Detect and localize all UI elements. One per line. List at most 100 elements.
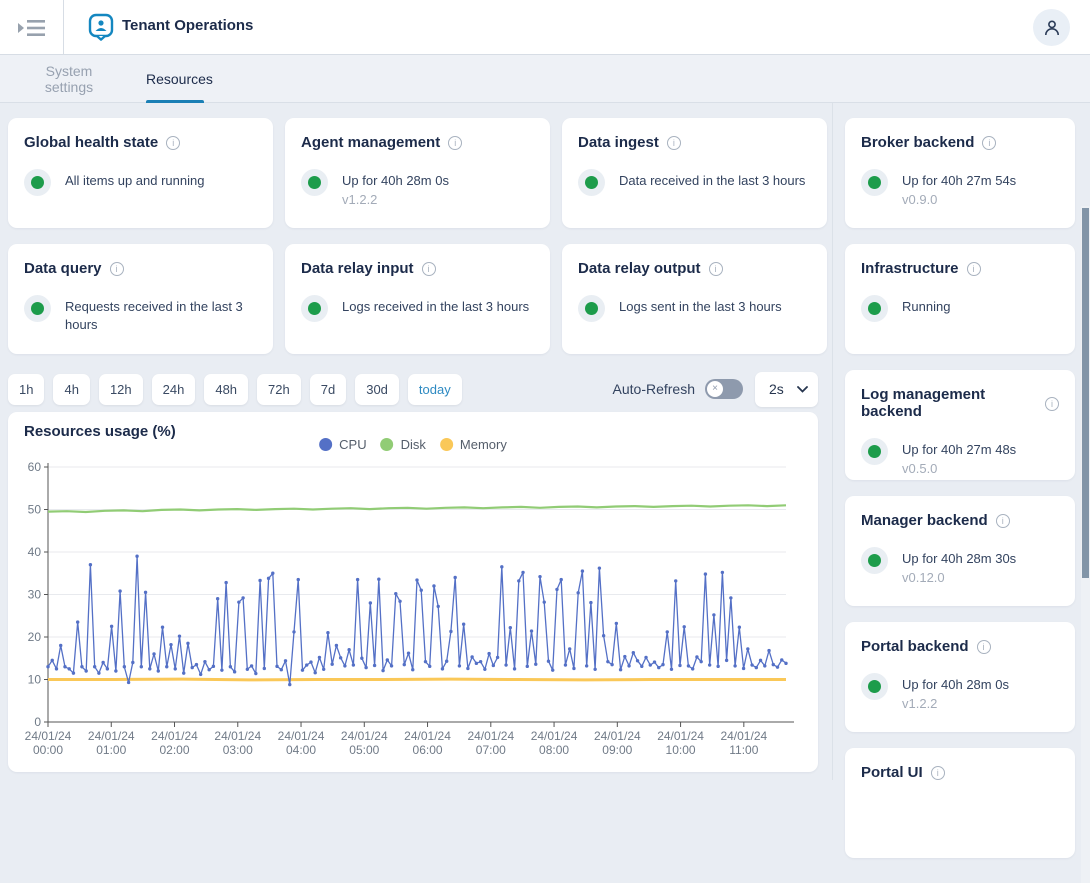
status-indicator [24,169,51,196]
auto-refresh-toggle[interactable]: × [705,379,743,399]
status-indicator [578,295,605,322]
info-icon[interactable]: i [1045,397,1059,411]
svg-text:24/01/24: 24/01/24 [594,729,641,743]
info-icon[interactable]: i [931,766,945,780]
svg-text:24/01/24: 24/01/24 [467,729,514,743]
svg-text:05:00: 05:00 [349,743,379,757]
side-status-column: Broker backend i Up for 40h 27m 54s v0.9… [832,103,1082,780]
card-title: Data relay output [578,260,701,277]
status-indicator [861,295,888,322]
svg-text:30: 30 [28,588,42,602]
status-indicator [861,438,888,465]
info-icon[interactable]: i [667,136,681,150]
app-header: Tenant Operations [0,0,1090,55]
card-title: Global health state [24,134,158,151]
svg-text:11:00: 11:00 [729,743,758,757]
svg-text:24/01/24: 24/01/24 [214,729,261,743]
svg-text:50: 50 [28,503,42,517]
info-icon[interactable]: i [982,136,996,150]
time-range-30d[interactable]: 30d [355,374,399,405]
time-range-48h[interactable]: 48h [204,374,248,405]
card-title: Data query [24,260,102,277]
info-icon[interactable]: i [996,514,1010,528]
status-indicator [861,547,888,574]
status-card: Infrastructure i Running [845,244,1075,354]
info-icon[interactable]: i [448,136,462,150]
info-icon[interactable]: i [422,262,436,276]
tab-system-settings[interactable]: System settings [23,55,115,103]
svg-text:0: 0 [34,715,41,729]
time-range-4h[interactable]: 4h [53,374,89,405]
svg-text:24/01/24: 24/01/24 [720,729,767,743]
legend-dot [440,438,453,451]
info-icon[interactable]: i [977,640,991,654]
version-text: v0.12.0 [902,570,1016,585]
version-text: v0.9.0 [902,192,1016,207]
time-range-today[interactable]: today [408,374,462,405]
status-text: Up for 40h 28m 0s [902,676,1009,694]
time-range-12h[interactable]: 12h [99,374,143,405]
info-icon[interactable]: i [709,262,723,276]
status-card: Data query i Requests received in the la… [8,244,273,354]
sidebar-toggle-button[interactable] [14,15,48,41]
svg-text:06:00: 06:00 [413,743,443,757]
scrollbar-thumb[interactable] [1082,208,1089,578]
status-indicator [24,295,51,322]
toggle-knob-icon: × [707,381,723,397]
status-card: Portal UI i [845,748,1075,858]
status-text: All items up and running [65,172,204,190]
card-title: Broker backend [861,134,974,151]
status-card: Global health state i All items up and r… [8,118,273,228]
time-range-7d[interactable]: 7d [310,374,346,405]
card-title: Infrastructure [861,260,959,277]
status-card: Manager backend i Up for 40h 28m 30s v0.… [845,496,1075,606]
status-card: Agent management i Up for 40h 28m 0s v1.… [285,118,550,228]
legend-item-memory[interactable]: Memory [440,437,507,452]
status-indicator [578,169,605,196]
info-icon[interactable]: i [166,136,180,150]
chart-title: Resources usage (%) [24,423,176,440]
svg-text:24/01/24: 24/01/24 [88,729,135,743]
tab-bar: System settings Resources [0,55,1090,103]
status-text: Data received in the last 3 hours [619,172,805,190]
menu-unfold-icon [14,15,48,41]
status-indicator [861,169,888,196]
version-text: v1.2.2 [342,192,449,207]
svg-text:00:00: 00:00 [33,743,63,757]
card-title: Data ingest [578,134,659,151]
chart-legend: CPU Disk Memory [319,437,507,452]
tab-resources[interactable]: Resources [146,55,204,103]
svg-text:24/01/24: 24/01/24 [404,729,451,743]
card-title: Portal UI [861,764,923,781]
auto-refresh-group: Auto-Refresh × 2s [613,372,818,407]
time-range-24h[interactable]: 24h [152,374,196,405]
svg-text:02:00: 02:00 [159,743,189,757]
svg-text:08:00: 08:00 [539,743,569,757]
resources-usage-chart: 010203040506024/01/2400:0024/01/2401:002… [8,460,818,772]
vertical-scrollbar [1081,206,1090,883]
svg-text:24/01/24: 24/01/24 [341,729,388,743]
legend-dot [319,438,332,451]
status-indicator [861,673,888,700]
legend-item-cpu[interactable]: CPU [319,437,366,452]
status-text: Requests received in the last 3 hours [65,298,257,334]
card-title: Manager backend [861,512,988,529]
version-text: v0.5.0 [902,461,1016,476]
refresh-interval-select[interactable]: 2s [755,372,818,407]
card-title: Log management backend [861,386,1037,420]
time-range-72h[interactable]: 72h [257,374,301,405]
card-title: Data relay input [301,260,414,277]
status-text: Logs received in the last 3 hours [342,298,529,316]
legend-item-disk[interactable]: Disk [381,437,426,452]
status-card: Log management backend i Up for 40h 27m … [845,370,1075,480]
status-text: Up for 40h 27m 54s [902,172,1016,190]
page-title: Tenant Operations [122,17,253,34]
info-icon[interactable]: i [967,262,981,276]
info-icon[interactable]: i [110,262,124,276]
time-range-1h[interactable]: 1h [8,374,44,405]
user-avatar-button[interactable] [1033,9,1070,46]
svg-text:03:00: 03:00 [223,743,253,757]
status-text: Up for 40h 28m 0s [342,172,449,190]
status-text: Running [902,298,950,316]
svg-text:24/01/24: 24/01/24 [657,729,704,743]
